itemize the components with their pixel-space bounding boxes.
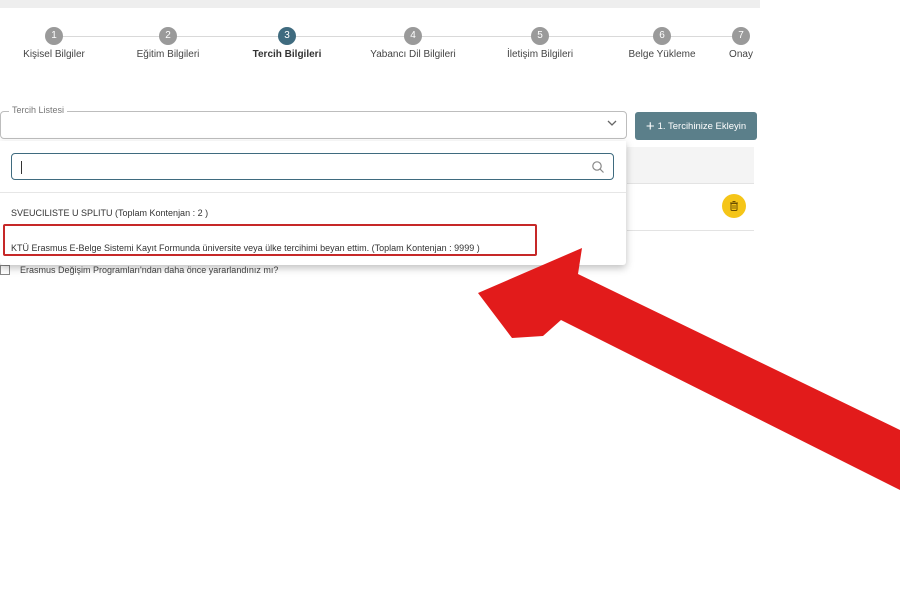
step-number: 4	[404, 27, 422, 45]
step-number: 6	[653, 27, 671, 45]
step-number: 7	[732, 27, 750, 45]
step-number: 3	[278, 27, 296, 45]
step-number: 5	[531, 27, 549, 45]
step-number: 2	[159, 27, 177, 45]
arrow-icon	[478, 248, 900, 490]
step-number: 1	[45, 27, 63, 45]
